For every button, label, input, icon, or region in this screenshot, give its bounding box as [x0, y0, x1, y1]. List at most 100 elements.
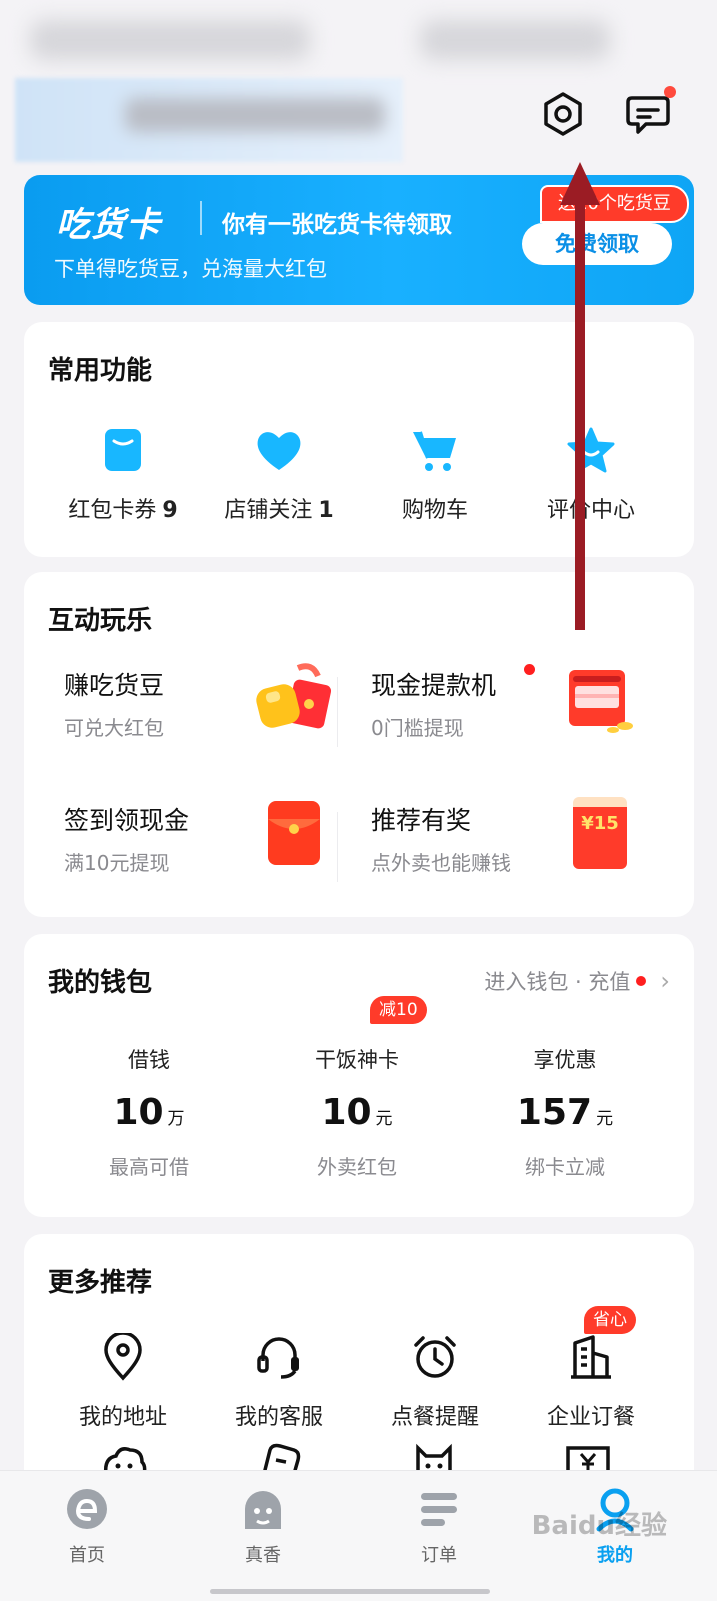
- divider: [337, 677, 338, 747]
- review-center-item[interactable]: 评价中心: [507, 422, 675, 524]
- common-functions-card: 常用功能 红包卡券 9 店铺关注 1 购物车 评价中心: [24, 322, 694, 557]
- coupon-icon: [105, 429, 141, 471]
- section-title: 我的钱包: [48, 968, 153, 998]
- banner-subtitle: 下单得吃货豆，兑海量大红包: [54, 257, 327, 281]
- shopping-cart-item[interactable]: 购物车: [351, 422, 519, 524]
- tab-orders[interactable]: 订单: [379, 1483, 499, 1567]
- tab-label: 我的: [597, 1545, 633, 1566]
- wallet-link[interactable]: 进入钱包 · 充值 ›: [484, 966, 670, 996]
- item-label: 购物车: [401, 498, 468, 523]
- col-head: 干饭神卡: [315, 1048, 399, 1072]
- cell-title: 签到领现金: [64, 806, 190, 835]
- claim-button[interactable]: 免费领取: [522, 223, 672, 265]
- col-head: 享优惠: [533, 1048, 597, 1072]
- col-unit: 元: [375, 1109, 393, 1129]
- home-indicator: [210, 1589, 490, 1594]
- banner-logo: 吃货卡: [56, 205, 161, 245]
- headset-icon: [257, 1337, 299, 1379]
- banner-divider: [200, 201, 202, 235]
- wallet-dot: [636, 976, 647, 986]
- col-value: 157: [516, 1092, 593, 1133]
- col-head: 借钱: [128, 1048, 170, 1072]
- heart-icon: [257, 432, 301, 470]
- item-count: 1: [318, 498, 334, 523]
- section-title: 常用功能: [48, 356, 153, 386]
- location-icon: [104, 1333, 142, 1381]
- cash-machine-icon: [569, 670, 633, 733]
- discount-badge: 减10: [370, 996, 427, 1024]
- cell-subtitle: 可兑大红包: [64, 716, 164, 740]
- red-envelope-icon: [268, 801, 320, 865]
- item-label: 我的客服: [234, 1405, 323, 1430]
- loan-column[interactable]: 借钱 10 万 最高可借: [44, 1044, 254, 1180]
- cash-machine-cell[interactable]: 现金提款机 0门槛提现: [351, 652, 641, 762]
- reward-amount: ¥15: [581, 813, 619, 834]
- status-bar-blurred-right: [420, 20, 610, 60]
- zhenxiang-icon: [245, 1491, 281, 1529]
- corporate-order-item[interactable]: 企业订餐: [507, 1329, 675, 1431]
- customer-service-item[interactable]: 我的客服: [195, 1329, 363, 1431]
- item-label: 红包卡券: [68, 498, 157, 523]
- reward-envelope-icon: ¥15: [573, 797, 627, 869]
- col-unit: 万: [167, 1109, 185, 1129]
- tab-zhenxiang[interactable]: 真香: [203, 1483, 323, 1567]
- col-foot: 最高可借: [109, 1155, 189, 1179]
- status-bar-blurred: [30, 20, 310, 60]
- tab-label: 真香: [245, 1545, 281, 1566]
- col-value: 10: [321, 1092, 372, 1133]
- watermark: Baidu经验: [531, 1511, 667, 1541]
- building-icon: [571, 1335, 611, 1379]
- profile-header-blurred: [15, 78, 403, 162]
- item-count: 9: [162, 498, 178, 523]
- followed-shops-item[interactable]: 店铺关注 1: [195, 422, 363, 524]
- section-title: 互动玩乐: [48, 606, 153, 636]
- item-label: 我的地址: [78, 1405, 167, 1430]
- settings-button[interactable]: [535, 86, 591, 142]
- message-icon: [626, 96, 670, 134]
- referral-reward-cell[interactable]: 推荐有奖 点外卖也能赚钱 ¥15: [351, 787, 641, 897]
- messages-button[interactable]: [620, 86, 676, 142]
- interactive-fun-card: 互动玩乐 赚吃货豆 可兑大红包 现金提款机 0门槛提现 签到领现金 满10元提现: [24, 572, 694, 917]
- cell-title: 现金提款机: [371, 671, 497, 700]
- divider: [337, 812, 338, 882]
- item-label: 评价中心: [546, 498, 635, 523]
- item-label: 店铺关注: [224, 498, 313, 523]
- coupons-item[interactable]: 红包卡券 9: [39, 422, 207, 524]
- address-item[interactable]: 我的地址: [39, 1329, 207, 1431]
- col-foot: 绑卡立减: [525, 1155, 605, 1179]
- col-foot: 外卖红包: [317, 1155, 397, 1179]
- message-unread-dot: [664, 86, 676, 98]
- alarm-clock-icon: [414, 1336, 456, 1378]
- settings-icon: [544, 92, 582, 136]
- earn-beans-cell[interactable]: 赚吃货豆 可兑大红包: [44, 652, 334, 762]
- meal-reminder-item[interactable]: 点餐提醒: [351, 1329, 519, 1431]
- col-unit: 元: [596, 1109, 614, 1129]
- home-e-icon: [67, 1489, 107, 1529]
- meal-card-column[interactable]: 干饭神卡 10 元 外卖红包: [252, 1044, 462, 1180]
- new-dot: [524, 664, 535, 675]
- tab-label: 订单: [421, 1545, 457, 1566]
- convenient-badge: 省心: [584, 1306, 636, 1334]
- cell-title: 推荐有奖: [371, 806, 472, 835]
- col-value: 10: [113, 1092, 164, 1133]
- banner-title: 你有一张吃货卡待领取: [222, 212, 452, 238]
- cell-subtitle: 满10元提现: [64, 851, 170, 875]
- tab-label: 首页: [69, 1545, 105, 1566]
- checkin-cash-cell[interactable]: 签到领现金 满10元提现: [44, 787, 334, 897]
- wallet-link-label: 进入钱包 · 充值: [484, 970, 631, 994]
- chihuo-card-banner[interactable]: 吃货卡 你有一张吃货卡待领取 下单得吃货豆，兑海量大红包 免费领取 送10个吃货…: [24, 175, 694, 305]
- star-icon: [567, 427, 615, 473]
- cell-subtitle: 点外卖也能赚钱: [371, 851, 511, 875]
- cell-title: 赚吃货豆: [64, 671, 165, 700]
- cell-subtitle: 0门槛提现: [371, 716, 464, 740]
- cart-icon: [413, 431, 456, 471]
- wallet-card: 我的钱包 进入钱包 · 充值 › 借钱 10 万 最高可借 干饭神卡 10 元 外卖…: [24, 934, 694, 1217]
- chevron-right-icon: ›: [660, 967, 670, 995]
- tab-home[interactable]: 首页: [27, 1483, 147, 1567]
- beans-gift-icon: [256, 663, 332, 729]
- section-title: 更多推荐: [48, 1268, 153, 1298]
- discount-column[interactable]: 享优惠 157 元 绑卡立减: [460, 1044, 670, 1180]
- item-label: 点餐提醒: [390, 1405, 479, 1430]
- banner-tag: 送10个吃货豆: [540, 185, 689, 223]
- orders-icon: [421, 1493, 457, 1526]
